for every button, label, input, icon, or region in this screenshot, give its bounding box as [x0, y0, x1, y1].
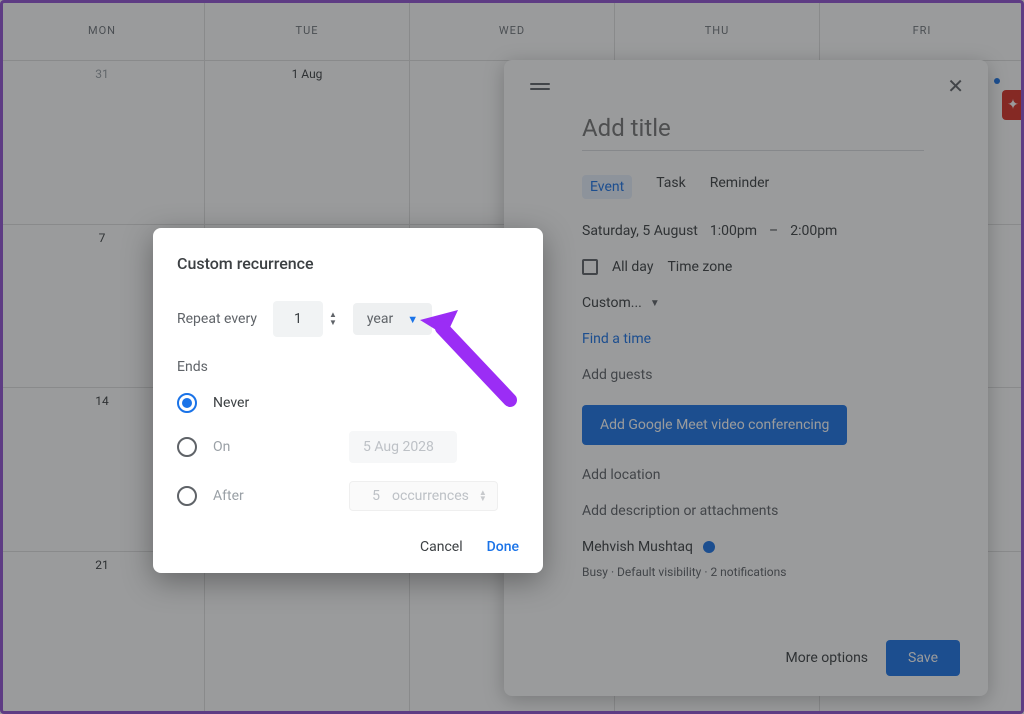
done-button[interactable]: Done [487, 539, 519, 555]
cancel-button[interactable]: Cancel [420, 539, 463, 555]
occurrences-field[interactable]: 5 occurrences ▲▼ [349, 481, 498, 511]
ends-on-date-field[interactable]: 5 Aug 2028 [349, 431, 457, 463]
repeat-count-input[interactable] [273, 301, 323, 337]
ends-after-label: After [213, 488, 257, 504]
dialog-title: Custom recurrence [177, 254, 519, 273]
ends-after-radio[interactable] [177, 486, 197, 506]
repeat-count-stepper[interactable]: ▲▼ [329, 312, 337, 326]
ends-label: Ends [177, 359, 519, 375]
occurrences-stepper[interactable]: ▲▼ [479, 490, 487, 502]
ends-never-radio[interactable] [177, 393, 197, 413]
repeat-unit-dropdown[interactable]: year ▼ [353, 303, 432, 335]
chevron-down-icon: ▼ [407, 313, 418, 326]
custom-recurrence-dialog: Custom recurrence Repeat every ▲▼ year ▼… [153, 228, 543, 573]
occurrences-label: occurrences [392, 488, 469, 504]
ends-on-label: On [213, 439, 257, 455]
occurrences-count: 5 [360, 488, 392, 504]
repeat-unit-label: year [367, 311, 393, 327]
ends-on-radio[interactable] [177, 437, 197, 457]
ends-never-label: Never [213, 395, 249, 411]
repeat-every-label: Repeat every [177, 311, 257, 327]
